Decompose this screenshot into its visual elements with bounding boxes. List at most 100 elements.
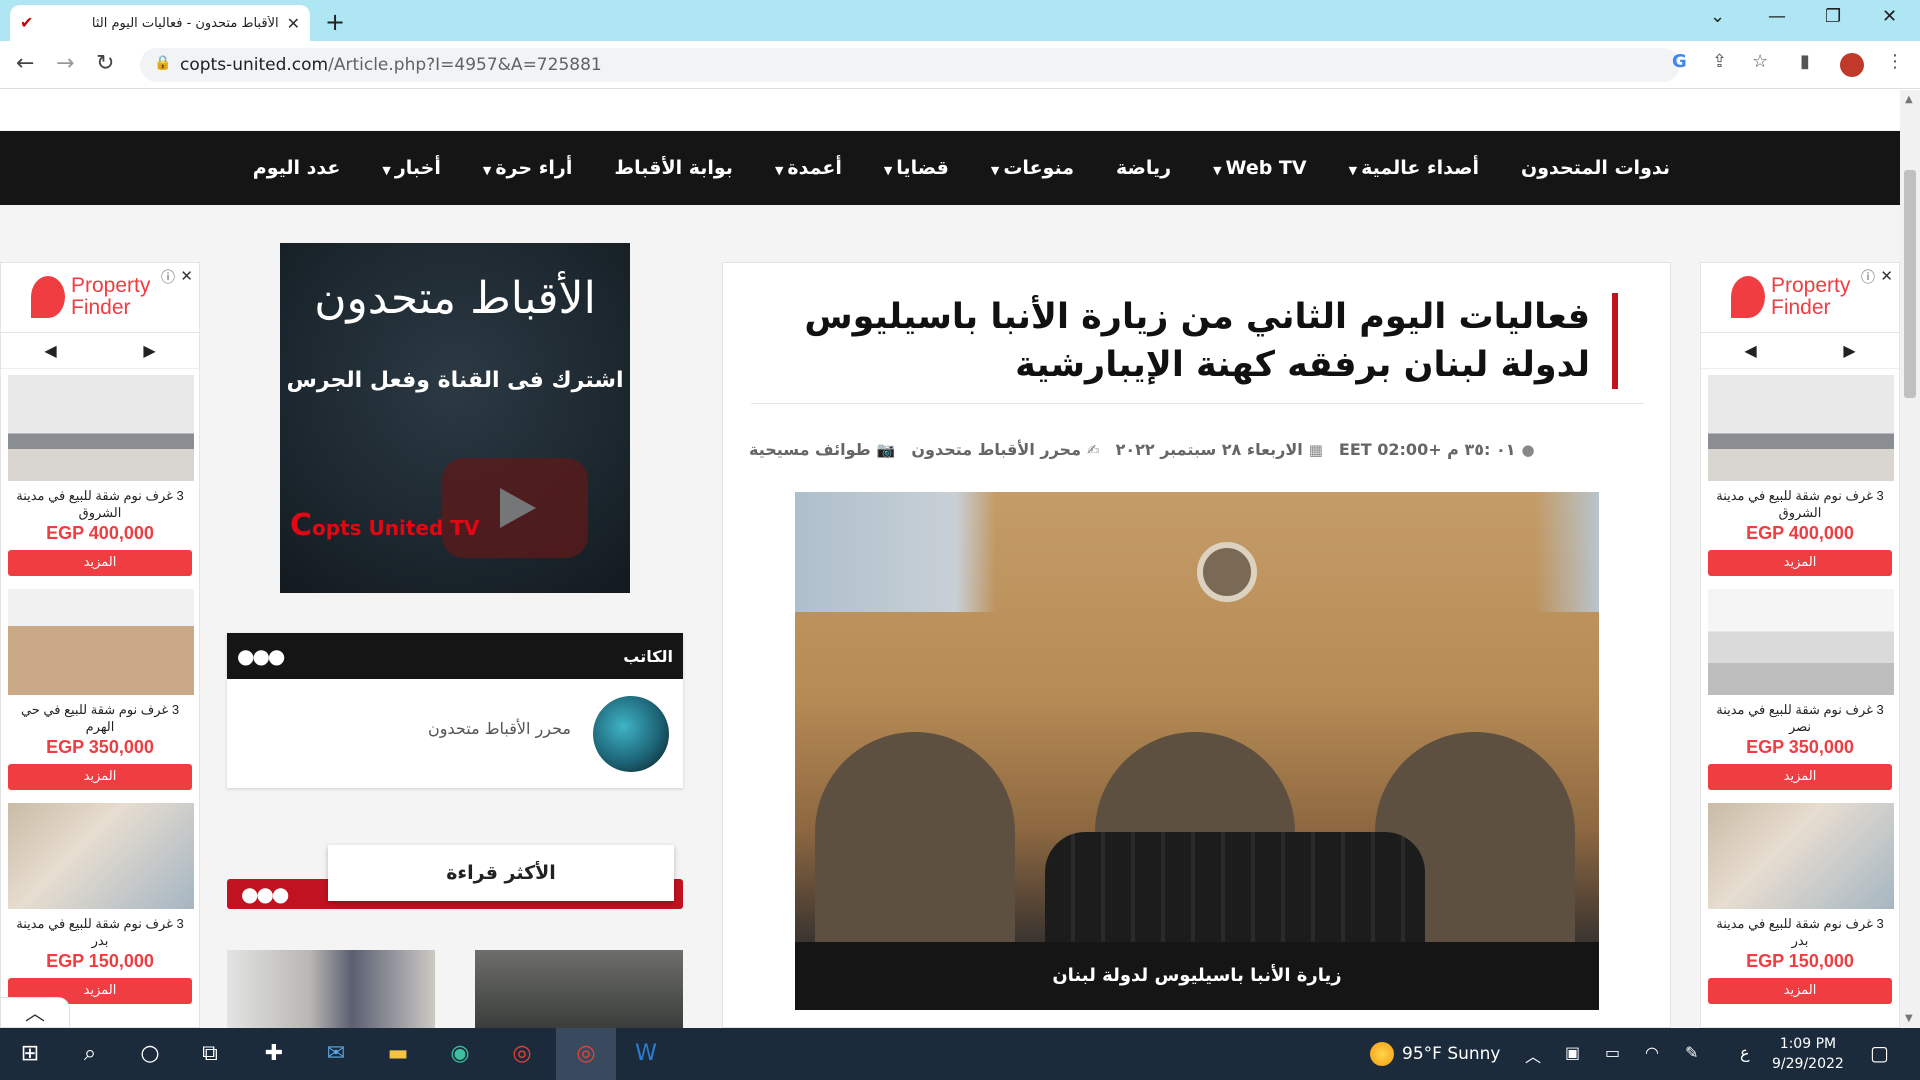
mail-icon[interactable]: ✉	[320, 1038, 352, 1070]
browser-tab[interactable]: ✔ الأقباط متحدون - فعاليات اليوم الثا ✕	[10, 5, 310, 41]
more-button[interactable]: المزيد	[1708, 978, 1892, 1004]
property-finder-logo[interactable]: Property Finder	[1731, 275, 1850, 319]
scroll-up-arrow-icon[interactable]: ▲	[1905, 94, 1913, 105]
carousel-prev-icon[interactable]: ◀	[1744, 341, 1756, 360]
notifications-icon[interactable]: ▢	[1870, 1041, 1889, 1065]
back-arrow-icon[interactable]: ←	[16, 51, 34, 76]
cortana-icon[interactable]: ○	[134, 1038, 166, 1070]
chevron-up-icon[interactable]: ︿	[1525, 1043, 1541, 1067]
close-window-icon[interactable]: ✕	[1882, 6, 1897, 27]
share-icon[interactable]: ⇪	[1712, 51, 1727, 72]
nav-item-label: عدد اليوم	[252, 157, 341, 179]
address-bar[interactable]: 🔒 copts-united.com/Article.php?I=4957&A=…	[140, 48, 1680, 82]
ad-listing[interactable]: 3 غرف نوم شقة للبيع في مدينة بدر EGP 150,…	[1, 797, 199, 1011]
nav-item[interactable]: رياضة	[1116, 157, 1171, 179]
google-icon[interactable]: G	[1672, 51, 1687, 72]
listing-photo[interactable]	[8, 589, 194, 695]
writer-avatar[interactable]	[593, 696, 669, 772]
chrome-profile-icon[interactable]: ◎	[570, 1038, 602, 1070]
maximize-icon[interactable]: ❐	[1825, 6, 1841, 27]
nav-item[interactable]: ندوات المتحدون	[1521, 157, 1670, 179]
nav-item[interactable]: أخبار▼	[382, 157, 441, 179]
file-explorer-icon[interactable]: ▬	[382, 1038, 414, 1070]
nav-item[interactable]: أراء حرة▼	[483, 157, 573, 179]
writer-box-header: ●●● الكاتب	[227, 633, 683, 679]
carousel-next-icon[interactable]: ▶	[143, 341, 155, 360]
listing-description[interactable]: 3 غرف نوم شقة للبيع في مدينة بدر	[8, 915, 192, 949]
search-icon[interactable]: ⌕	[74, 1038, 106, 1070]
menu-kebab-icon[interactable]: ⋮	[1886, 51, 1904, 72]
clock[interactable]: 1:09 PM 9/29/2022	[1772, 1034, 1844, 1074]
listing-photo[interactable]	[1708, 375, 1894, 481]
weather-widget[interactable]: 95°F Sunny	[1370, 1042, 1501, 1066]
caret-down-icon: ▼	[774, 164, 784, 177]
nav-item[interactable]: أعمدة▼	[775, 157, 842, 179]
scrollbar-thumb[interactable]	[1904, 170, 1916, 398]
minimize-icon[interactable]: —	[1768, 6, 1786, 27]
more-button[interactable]: المزيد	[1708, 764, 1892, 790]
listing-photo[interactable]	[8, 375, 194, 481]
nav-item[interactable]: عدد اليوم	[253, 157, 341, 179]
listing-description[interactable]: 3 غرف نوم شقة للبيع في حي الهرم	[8, 701, 192, 735]
lock-icon: 🔒	[154, 55, 172, 71]
ad-info-icon[interactable]: ⓘ	[161, 267, 175, 287]
word-icon[interactable]: W	[630, 1038, 662, 1070]
ad-listing[interactable]: 3 غرف نوم شقة للبيع في حي الهرم EGP 350,0…	[1, 583, 199, 797]
nav-item[interactable]: قضايا▼	[884, 157, 949, 179]
listing-photo[interactable]	[1708, 803, 1894, 909]
youtube-promo-banner[interactable]: الأقباط متحدون اشترك فى القناة وفعل الجر…	[280, 243, 630, 593]
tab-close-icon[interactable]: ✕	[287, 14, 300, 33]
chrome-icon[interactable]: ◎	[506, 1038, 538, 1070]
pen-icon[interactable]: ✎	[1685, 1043, 1698, 1062]
article-photo[interactable]	[795, 492, 1599, 942]
listing-photo[interactable]	[1708, 589, 1894, 695]
nav-item[interactable]: منوعات▼	[991, 157, 1074, 179]
more-button[interactable]: المزيد	[1708, 550, 1892, 576]
ad-listing[interactable]: 3 غرف نوم شقة للبيع في مدينة الشروق EGP 4…	[1701, 369, 1899, 583]
listing-photo[interactable]	[8, 803, 194, 909]
scroll-to-top-chevron-up-icon[interactable]: ︿	[0, 997, 70, 1028]
ad-listing[interactable]: 3 غرف نوم شقة للبيع في مدينة الشروق EGP 4…	[1, 369, 199, 583]
meet-now-icon[interactable]: ▣	[1565, 1043, 1580, 1062]
ad-listing[interactable]: 3 غرف نوم شقة للبيع في مدينة نصر EGP 350,…	[1701, 583, 1899, 797]
edge-icon[interactable]: ◉	[444, 1038, 476, 1070]
carousel-prev-icon[interactable]: ◀	[44, 341, 56, 360]
nav-item[interactable]: بوابة الأقباط	[614, 157, 733, 179]
new-tab-icon[interactable]: +	[325, 8, 345, 36]
carousel-next-icon[interactable]: ▶	[1843, 341, 1855, 360]
battery-icon[interactable]: ▭	[1605, 1043, 1620, 1062]
more-button[interactable]: المزيد	[8, 764, 192, 790]
listing-description[interactable]: 3 غرف نوم شقة للبيع في مدينة بدر	[1708, 915, 1892, 949]
ad-close-icon[interactable]: ✕	[1880, 267, 1893, 285]
reload-icon[interactable]: ↻	[96, 51, 114, 76]
writer-name[interactable]: محرر الأقباط متحدون	[428, 719, 571, 738]
meta-category[interactable]: 📷 طوائف مسيحية	[749, 440, 895, 459]
ad-info-icon[interactable]: ⓘ	[1861, 267, 1875, 287]
forward-arrow-icon[interactable]: →	[56, 51, 74, 76]
bible-app-icon[interactable]: ✚	[258, 1038, 290, 1070]
input-language[interactable]: ع	[1740, 1043, 1750, 1062]
nav-item[interactable]: أصداء عالمية▼	[1349, 157, 1479, 179]
most-read-thumbnail[interactable]	[227, 950, 435, 1028]
nav-item[interactable]: Web TV▼	[1213, 157, 1307, 179]
ad-left[interactable]: Property Finder ⓘ ✕ ◀ ▶ 3 غرف نوم شقة للبيع في…	[0, 262, 200, 1028]
listing-description[interactable]: 3 غرف نوم شقة للبيع في مدينة الشروق	[1708, 487, 1892, 521]
ad-right[interactable]: Property Finder ⓘ ✕ ◀ ▶ 3 غرف نوم شقة للبيع في…	[1700, 262, 1900, 1028]
ad-listing[interactable]: 3 غرف نوم شقة للبيع في مدينة بدر EGP 150,…	[1701, 797, 1899, 1011]
scroll-down-arrow-icon[interactable]: ▼	[1905, 1013, 1913, 1024]
meta-author[interactable]: ✍ محرر الأقباط متحدون	[911, 440, 1099, 459]
page-scrollbar[interactable]: ▲ ▼	[1900, 90, 1920, 1028]
wifi-icon[interactable]: ◠	[1645, 1043, 1659, 1062]
more-button[interactable]: المزيد	[8, 550, 192, 576]
profile-avatar[interactable]	[1840, 53, 1864, 77]
most-read-thumbnail[interactable]	[475, 950, 683, 1028]
windows-start-icon[interactable]: ⊞	[14, 1038, 46, 1070]
property-finder-logo[interactable]: Property Finder	[31, 275, 150, 319]
side-panel-icon[interactable]: ▮	[1800, 51, 1810, 72]
listing-description[interactable]: 3 غرف نوم شقة للبيع في مدينة نصر	[1708, 701, 1892, 735]
tab-search-chevron-down-icon[interactable]: ⌄	[1710, 6, 1725, 27]
ad-close-icon[interactable]: ✕	[180, 267, 193, 285]
bookmark-star-icon[interactable]: ☆	[1752, 51, 1768, 72]
listing-description[interactable]: 3 غرف نوم شقة للبيع في مدينة الشروق	[8, 487, 192, 521]
task-view-icon[interactable]: ⧉	[194, 1038, 226, 1070]
